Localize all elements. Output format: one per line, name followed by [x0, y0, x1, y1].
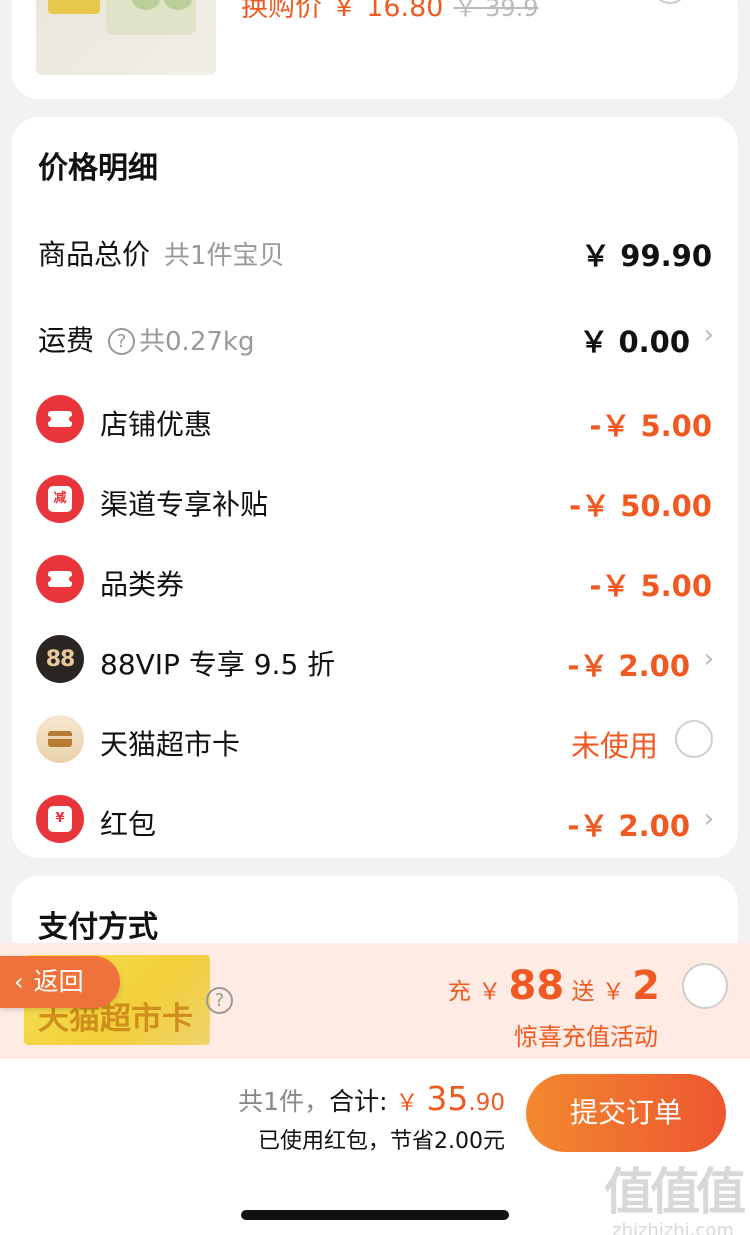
site-watermark: 值值值 zhizhizhi.com: [604, 1152, 746, 1235]
subsidy-jar-icon: 减: [36, 475, 84, 523]
category-coupon-row: 品类券 -￥ 5.00: [12, 555, 738, 605]
goods-count: 共1件宝贝: [164, 241, 285, 271]
product-card: 换购价 ￥ 16.80 ￥ 39.9: [12, 0, 738, 99]
product-image[interactable]: [36, 0, 216, 75]
shipping-row[interactable]: 运费? 共0.27kg ￥ 0.00 ›: [12, 311, 738, 361]
chevron-left-icon: ‹: [14, 968, 24, 996]
red-packet-label: 红包: [100, 808, 157, 841]
shipping-amount: ￥ 0.00: [579, 325, 690, 359]
total-currency: ￥: [395, 1090, 419, 1116]
recharge-promo[interactable]: 天猫超市卡 ? 充 ￥ 88 送 ￥ 2 惊喜充值活动: [0, 943, 750, 1059]
category-coupon-label: 品类券: [100, 568, 185, 601]
chevron-right-icon: ›: [703, 644, 714, 674]
promo-recharge-amount: 88: [508, 963, 565, 1009]
promo-prefix: 充 ￥: [447, 979, 502, 1005]
channel-subsidy-amount: -￥ 50.00: [569, 489, 712, 523]
payment-title: 支付方式: [38, 910, 158, 945]
chevron-right-icon: ›: [703, 320, 714, 350]
order-total: 共1件，合计: ￥ 35.90: [238, 1079, 505, 1118]
item-count: 共1件，: [238, 1087, 330, 1116]
category-coupon-amount: -￥ 5.00: [589, 569, 712, 603]
swap-price: 换购价 ￥ 16.80 ￥ 39.9: [241, 0, 539, 24]
tmall-card-label: 天猫超市卡: [100, 728, 241, 761]
goods-total-amount: ￥ 99.90: [581, 239, 712, 273]
total-label: 合计:: [329, 1087, 388, 1116]
promo-bonus-amount: 2: [632, 963, 660, 1009]
coupon-ticket-icon: [36, 555, 84, 603]
price-detail-title: 价格明细: [38, 151, 158, 186]
chevron-right-icon: ›: [703, 804, 714, 834]
tmall-card-radio[interactable]: [675, 720, 713, 758]
submit-order-button[interactable]: 提交订单: [526, 1074, 726, 1152]
total-integer: 35: [426, 1079, 469, 1118]
card-icon: [36, 715, 84, 763]
channel-subsidy-label: 渠道专享补贴: [100, 488, 269, 521]
swap-price-label: 换购价 ￥ 16.80: [241, 0, 444, 23]
goods-total-label: 商品总价 共1件宝贝: [38, 238, 285, 271]
red-packet-row[interactable]: ¥ 红包 -￥ 2.00 ›: [12, 795, 738, 845]
red-packet-icon: ¥: [36, 795, 84, 843]
watermark-url: zhizhizhi.com: [612, 1220, 734, 1235]
goods-total-row: 商品总价 共1件宝贝 ￥ 99.90: [12, 225, 738, 275]
store-discount-amount: -￥ 5.00: [589, 409, 712, 443]
promo-offer: 充 ￥ 88 送 ￥ 2: [448, 963, 660, 1009]
red-packet-amount: -￥ 2.00: [567, 809, 690, 843]
promo-middle: 送 ￥: [571, 979, 625, 1005]
vip88-icon: 88: [36, 635, 84, 683]
coupon-ticket-icon: [36, 395, 84, 443]
promo-subtitle: 惊喜充值活动: [514, 1023, 658, 1051]
product-select-radio[interactable]: [652, 0, 688, 4]
back-label: 返回: [33, 967, 84, 996]
price-detail-card: 价格明细 商品总价 共1件宝贝 ￥ 99.90 运费? 共0.27kg ￥ 0.00…: [12, 117, 738, 858]
help-icon[interactable]: ?: [108, 328, 136, 355]
shipping-weight: 共0.27kg: [139, 327, 255, 357]
shipping-label: 运费? 共0.27kg: [38, 324, 255, 357]
savings-text: 已使用红包，节省2.00元: [258, 1129, 505, 1154]
vip-discount-label: 88VIP 专享 9.5 折: [100, 648, 336, 681]
vip-discount-row[interactable]: 88 88VIP 专享 9.5 折 -￥ 2.00 ›: [12, 635, 738, 685]
watermark-logo: 值值值: [604, 1163, 746, 1221]
total-decimal: .90: [468, 1090, 505, 1116]
original-price: ￥ 39.9: [453, 0, 539, 22]
tmall-card-row[interactable]: 天猫超市卡 未使用: [12, 715, 738, 765]
vip-discount-amount: -￥ 2.00: [567, 649, 690, 683]
back-button[interactable]: ‹ 返回: [0, 956, 120, 1008]
store-discount-label: 店铺优惠: [100, 408, 213, 441]
promo-radio[interactable]: [682, 963, 728, 1009]
store-discount-row: 店铺优惠 -￥ 5.00: [12, 395, 738, 445]
help-icon[interactable]: ?: [206, 987, 233, 1014]
home-indicator[interactable]: [241, 1210, 509, 1220]
tmall-card-status: 未使用: [570, 729, 658, 763]
channel-subsidy-row: 减 渠道专享补贴 -￥ 50.00: [12, 475, 738, 525]
